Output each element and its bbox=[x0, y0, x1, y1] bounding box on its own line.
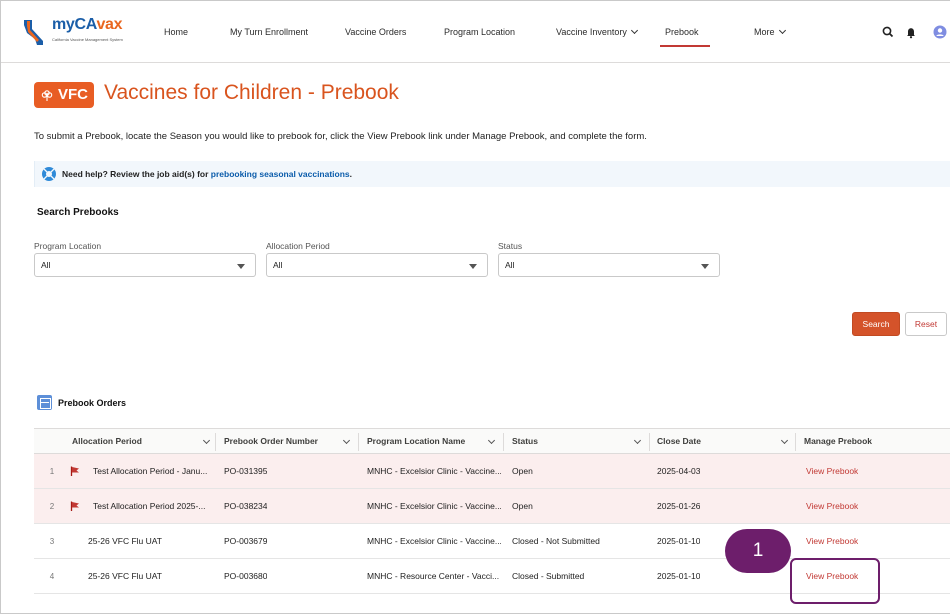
logo-wordmark: myCAvax bbox=[52, 16, 123, 33]
prebook-order-number-cell: PO-031395 bbox=[224, 466, 268, 476]
program-location-cell: MNHC - Excelsior Clinic - Vaccine... bbox=[367, 501, 501, 511]
status-cell: Closed - Submitted bbox=[512, 571, 585, 581]
vfc-badge-label: VFC bbox=[58, 86, 88, 103]
program-location-value: All bbox=[41, 260, 51, 270]
chevron-down-icon[interactable] bbox=[342, 436, 351, 445]
column-header-manage-prebook: Manage Prebook bbox=[804, 436, 873, 446]
status-select[interactable]: All bbox=[498, 253, 720, 277]
program-location-label: Program Location bbox=[34, 241, 102, 251]
table-row: 2 Test Allocation Period 2025-... PO-038… bbox=[34, 489, 950, 524]
chevron-down-icon bbox=[630, 26, 638, 35]
caret-down-icon bbox=[237, 264, 245, 269]
chevron-down-icon bbox=[778, 26, 786, 35]
nav-home[interactable]: Home bbox=[164, 27, 188, 37]
logo-subtitle: California Vaccine Management System bbox=[52, 37, 123, 42]
column-divider bbox=[215, 433, 216, 451]
bell-icon[interactable] bbox=[904, 25, 918, 39]
search-icon[interactable] bbox=[881, 25, 895, 39]
chevron-down-icon[interactable] bbox=[202, 436, 211, 445]
table-icon bbox=[37, 395, 52, 410]
program-location-cell: MNHC - Resource Center - Vacci... bbox=[367, 571, 500, 581]
column-header-close-date[interactable]: Close Date bbox=[657, 429, 701, 453]
nav-program-location[interactable]: Program Location bbox=[444, 27, 515, 37]
allocation-period-cell: Test Allocation Period 2025-... bbox=[93, 501, 206, 511]
flag-icon bbox=[70, 501, 79, 511]
close-date-cell: 2025-01-26 bbox=[657, 501, 701, 511]
prebook-order-number-cell: PO-003680 bbox=[224, 571, 268, 581]
allocation-period-label: Allocation Period bbox=[266, 241, 330, 251]
row-number: 3 bbox=[49, 536, 55, 546]
prebook-orders-title: Prebook Orders bbox=[58, 398, 127, 408]
column-divider bbox=[503, 433, 504, 451]
status-cell: Closed - Not Submitted bbox=[512, 536, 600, 546]
chevron-down-icon[interactable] bbox=[633, 436, 642, 445]
allocation-period-cell: 25-26 VFC Flu UAT bbox=[88, 536, 163, 546]
prebook-order-number-cell: PO-003679 bbox=[224, 536, 268, 546]
column-divider bbox=[795, 433, 796, 451]
row-number: 1 bbox=[49, 466, 55, 476]
reset-button[interactable]: Reset bbox=[905, 312, 947, 336]
program-location-cell: MNHC - Excelsior Clinic - Vaccine... bbox=[367, 466, 501, 476]
status-label: Status bbox=[498, 241, 523, 251]
help-text: Need help? Review the job aid(s) for pre… bbox=[62, 169, 353, 179]
app-window: myCAvax California Vaccine Management Sy… bbox=[0, 0, 950, 614]
status-cell: Open bbox=[512, 466, 533, 476]
nav-vaccine-inventory[interactable]: Vaccine Inventory bbox=[556, 26, 638, 37]
allocation-period-value: All bbox=[273, 260, 283, 270]
flower-icon bbox=[41, 90, 53, 101]
view-prebook-link[interactable]: View Prebook bbox=[806, 489, 858, 523]
nav-more[interactable]: More bbox=[754, 26, 786, 37]
step-callout-highlight bbox=[790, 558, 880, 604]
nav-my-turn-enrollment[interactable]: My Turn Enrollment bbox=[230, 27, 308, 37]
top-navigation: myCAvax California Vaccine Management Sy… bbox=[1, 1, 950, 63]
nav-prebook[interactable]: Prebook bbox=[665, 27, 699, 37]
caret-down-icon bbox=[701, 264, 709, 269]
column-header-prebook-order-number[interactable]: Prebook Order Number bbox=[224, 429, 318, 453]
view-prebook-link[interactable]: View Prebook bbox=[806, 454, 858, 488]
table-row: 1 Test Allocation Period - Janu... PO-03… bbox=[34, 454, 950, 489]
column-header-program-location-name[interactable]: Program Location Name bbox=[367, 429, 465, 453]
close-date-cell: 2025-01-10 bbox=[657, 571, 701, 581]
row-number: 4 bbox=[49, 571, 55, 581]
allocation-period-cell: Test Allocation Period - Janu... bbox=[93, 466, 208, 476]
table-header-row: Allocation Period Prebook Order Number P… bbox=[34, 428, 950, 454]
chevron-down-icon[interactable] bbox=[487, 436, 496, 445]
active-tab-indicator bbox=[660, 45, 710, 47]
vfc-badge: VFC bbox=[34, 82, 94, 108]
step-callout-badge: 1 bbox=[725, 529, 791, 573]
row-number: 2 bbox=[49, 501, 55, 511]
column-divider bbox=[358, 433, 359, 451]
program-location-cell: MNHC - Excelsior Clinic - Vaccine... bbox=[367, 536, 501, 546]
column-divider bbox=[649, 433, 650, 451]
allocation-period-select[interactable]: All bbox=[266, 253, 488, 277]
status-cell: Open bbox=[512, 501, 533, 511]
california-map-icon bbox=[24, 20, 43, 45]
search-section-title: Search Prebooks bbox=[37, 207, 119, 218]
help-banner: Need help? Review the job aid(s) for pre… bbox=[34, 161, 950, 187]
avatar-icon[interactable] bbox=[933, 25, 947, 39]
prebook-order-number-cell: PO-038234 bbox=[224, 501, 268, 511]
table-row: 3 25-26 VFC Flu UAT PO-003679 MNHC - Exc… bbox=[34, 524, 950, 559]
view-prebook-link[interactable]: View Prebook bbox=[806, 524, 858, 558]
caret-down-icon bbox=[469, 264, 477, 269]
nav-vaccine-orders[interactable]: Vaccine Orders bbox=[345, 27, 406, 37]
column-header-allocation-period[interactable]: Allocation Period bbox=[72, 429, 142, 453]
mycavax-logo[interactable]: myCAvax California Vaccine Management Sy… bbox=[19, 15, 147, 49]
allocation-period-cell: 25-26 VFC Flu UAT bbox=[88, 571, 163, 581]
job-aid-link[interactable]: prebooking seasonal vaccinations bbox=[211, 169, 350, 179]
close-date-cell: 2025-01-10 bbox=[657, 536, 701, 546]
program-location-select[interactable]: All bbox=[34, 253, 256, 277]
close-date-cell: 2025-04-03 bbox=[657, 466, 701, 476]
search-button[interactable]: Search bbox=[852, 312, 900, 336]
flag-icon bbox=[70, 466, 79, 476]
lifebuoy-icon bbox=[42, 167, 56, 181]
page-instructions: To submit a Prebook, locate the Season y… bbox=[34, 131, 647, 142]
page-title: Vaccines for Children - Prebook bbox=[104, 81, 399, 104]
status-value: All bbox=[505, 260, 515, 270]
column-header-status[interactable]: Status bbox=[512, 429, 538, 453]
chevron-down-icon[interactable] bbox=[780, 436, 789, 445]
